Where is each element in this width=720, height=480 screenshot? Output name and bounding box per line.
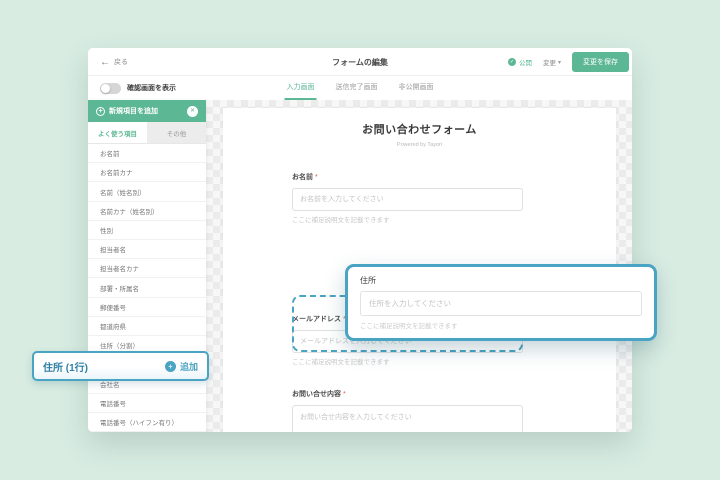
confirm-screen-toggle-wrap: 確認画面を表示 [100, 76, 176, 100]
screen-tab-label: 送信完了画面 [336, 82, 378, 92]
card-helper-text: ここに補足説明文を記載できます [360, 320, 642, 330]
palette-tabs: よく使う項目 その他 [88, 122, 206, 144]
desktop-background: ← 戻る フォームの編集 ✓ 公開 変更 ▾ 変更を保存 [0, 0, 720, 480]
callout-label: 住所 (1行) [43, 359, 88, 374]
card-field-input[interactable] [360, 291, 642, 316]
field-palette-sidebar: + 新規項目を追加 ✕ よく使う項目 その他 お名前お名前カナ名前（姓名別）名前… [88, 100, 206, 432]
screen-tab[interactable]: 入力画面 [285, 76, 317, 100]
sub-bar: 確認画面を表示 入力画面 送信完了画面 非公開画面 [88, 76, 632, 100]
field-label: お名前 [292, 174, 313, 181]
field-input[interactable] [292, 188, 523, 211]
save-changes-button[interactable]: 変更を保存 [572, 52, 629, 72]
field-label: お問い合せ内容 [292, 391, 341, 398]
field-label-row: お名前* [292, 166, 523, 184]
change-dropdown[interactable]: 変更 ▾ [543, 57, 561, 67]
palette-item[interactable]: 性別 [88, 221, 206, 240]
field-label-row: お問い合せ内容* [292, 383, 523, 401]
address-field-card[interactable]: 住所 ここに補足説明文を記載できます [345, 264, 657, 341]
palette-item[interactable]: 電話番号 [88, 394, 206, 413]
field-textarea[interactable] [292, 405, 523, 432]
palette-item-list: お名前お名前カナ名前（姓名別）名前カナ（姓名別）性別担当者名担当者名カナ部署・所… [88, 144, 206, 432]
palette-item[interactable]: お名前 [88, 144, 206, 163]
chevron-down-icon: ▾ [558, 59, 561, 66]
powered-by-label: Powered by Tayori [223, 142, 616, 148]
screen-tab[interactable]: 非公開画面 [397, 76, 436, 100]
required-mark: * [343, 391, 346, 398]
plus-circle-icon: + [165, 361, 176, 372]
change-dropdown-label: 変更 [543, 57, 556, 67]
palette-header-label: 新規項目を追加 [109, 106, 158, 116]
back-button[interactable]: ← 戻る [100, 48, 128, 76]
plus-circle-icon: + [96, 107, 105, 116]
field-helper-text: ここに補足説明文を記載できます [292, 356, 523, 366]
add-button-label: 追加 [180, 360, 198, 373]
confirm-screen-toggle[interactable] [100, 83, 121, 94]
toggle-knob [101, 84, 110, 93]
palette-item[interactable]: 担当者名 [88, 240, 206, 259]
palette-item[interactable]: 名前（姓名別） [88, 182, 206, 201]
close-icon[interactable]: ✕ [187, 106, 198, 117]
form-title: お問い合わせフォーム [223, 121, 616, 137]
top-bar: ← 戻る フォームの編集 ✓ 公開 変更 ▾ 変更を保存 [88, 48, 632, 76]
arrow-left-icon: ← [100, 57, 110, 68]
palette-header: + 新規項目を追加 ✕ [88, 100, 206, 122]
required-mark: * [315, 174, 318, 181]
status-label: 公開 [519, 57, 532, 67]
screen-tabs: 入力画面 送信完了画面 非公開画面 [285, 76, 436, 100]
confirm-screen-toggle-label: 確認画面を表示 [127, 83, 176, 93]
palette-item[interactable]: 郵便番号 [88, 298, 206, 317]
card-field-label: 住所 [360, 275, 642, 286]
palette-item[interactable]: 都道府県 [88, 317, 206, 336]
palette-item[interactable]: 名前カナ（姓名別） [88, 202, 206, 221]
palette-tab-label: よく使う項目 [98, 128, 137, 138]
screen-tab-label: 非公開画面 [399, 82, 434, 92]
palette-tab[interactable]: よく使う項目 [88, 122, 147, 143]
palette-item[interactable]: 電話番号（ハイフン有り） [88, 413, 206, 432]
form-field: お名前* ここに補足説明文を記載できます [292, 166, 523, 224]
palette-item[interactable]: 部署・所属名 [88, 278, 206, 297]
add-field-button[interactable]: + 追加 [165, 360, 198, 373]
topbar-actions: ✓ 公開 変更 ▾ 変更を保存 [508, 48, 629, 76]
page-title: フォームの編集 [332, 48, 388, 76]
publish-status-badge: ✓ 公開 [508, 57, 532, 67]
palette-tab-label: その他 [167, 128, 187, 138]
palette-item[interactable]: 担当者名カナ [88, 259, 206, 278]
form-field: お問い合せ内容* [292, 383, 523, 432]
screen-tab[interactable]: 送信完了画面 [334, 76, 380, 100]
palette-tab[interactable]: その他 [147, 122, 206, 143]
palette-item[interactable]: お名前カナ [88, 163, 206, 182]
screen-tab-label: 入力画面 [287, 82, 315, 92]
palette-header-title: + 新規項目を追加 [96, 106, 158, 116]
status-check-icon: ✓ [508, 58, 516, 66]
address-one-line-callout[interactable]: 住所 (1行) + 追加 [32, 351, 209, 381]
field-helper-text: ここに補足説明文を記載できます [292, 214, 523, 224]
back-label: 戻る [114, 57, 128, 67]
